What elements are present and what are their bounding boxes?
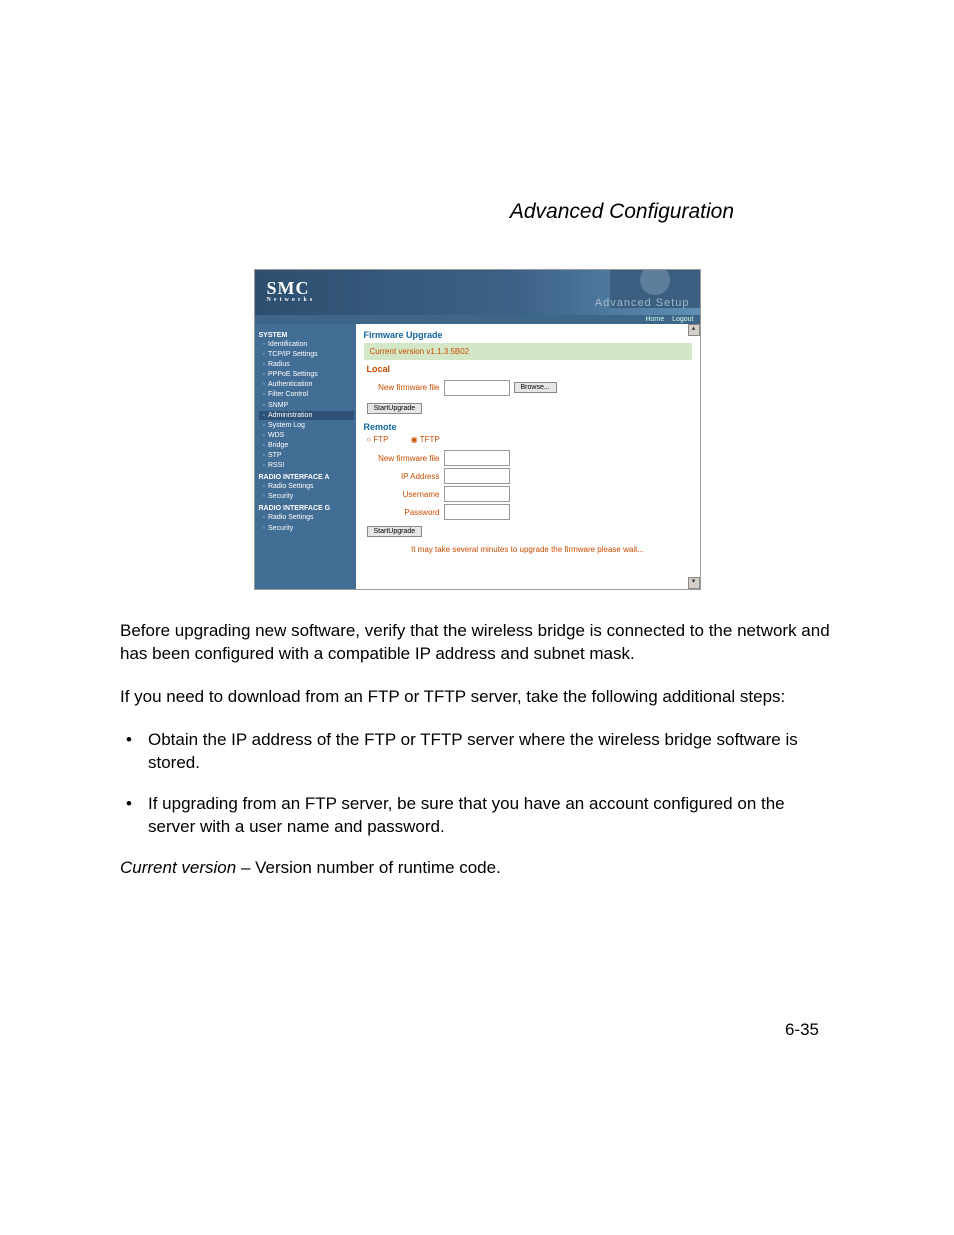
nav-pppoe[interactable]: PPPoE Settings: [259, 370, 354, 379]
local-start-upgrade-button[interactable]: StartUpgrade: [367, 403, 423, 414]
nav-bridge[interactable]: Bridge: [259, 441, 354, 450]
page-number: 6-35: [785, 1020, 819, 1040]
nav-section-radio-g: RADIO INTERFACE G: [259, 505, 354, 512]
top-bar: Home Logout: [255, 315, 700, 324]
scroll-down-icon[interactable]: ▾: [688, 577, 700, 589]
nav-tcpip[interactable]: TCP/IP Settings: [259, 350, 354, 359]
admin-screenshot: SMC Networks Advanced Setup Home Logout …: [254, 269, 701, 590]
paragraph-3: Current version – Version number of runt…: [120, 857, 834, 880]
nav-radio-g-security[interactable]: Security: [259, 524, 354, 533]
banner-title: Advanced Setup: [595, 297, 690, 309]
nav-stp[interactable]: STP: [259, 451, 354, 460]
current-version-box: Current version v1.1.3.5B02: [364, 343, 692, 360]
local-section-title: Local: [367, 364, 692, 374]
ip-address-input[interactable]: [444, 468, 510, 484]
nav-radio-a-settings[interactable]: Radio Settings: [259, 482, 354, 491]
ip-address-label: IP Address: [364, 472, 444, 481]
brand-logo: SMC Networks: [267, 278, 316, 303]
remote-file-input[interactable]: [444, 450, 510, 466]
nav-wds[interactable]: WDS: [259, 431, 354, 440]
logout-link[interactable]: Logout: [672, 316, 693, 323]
sidebar: SYSTEM Identification TCP/IP Settings Ra…: [255, 324, 356, 589]
nav-radius[interactable]: Radius: [259, 360, 354, 369]
password-label: Password: [364, 508, 444, 517]
nav-radio-a-security[interactable]: Security: [259, 492, 354, 501]
nav-administration[interactable]: Administration: [259, 411, 354, 420]
nav-auth[interactable]: Authentication: [259, 380, 354, 389]
scroll-up-icon[interactable]: ▴: [688, 324, 700, 336]
nav-section-system: SYSTEM: [259, 332, 354, 339]
browse-button[interactable]: Browse...: [514, 382, 557, 393]
password-input[interactable]: [444, 504, 510, 520]
bullet-2: If upgrading from an FTP server, be sure…: [120, 793, 834, 839]
remote-section-title: Remote: [364, 422, 692, 432]
paragraph-2: If you need to download from an FTP or T…: [120, 686, 834, 709]
nav-radio-g-settings[interactable]: Radio Settings: [259, 513, 354, 522]
nav-rssi[interactable]: RSSI: [259, 461, 354, 470]
protocol-row: ○FTP ◉TFTP: [367, 435, 692, 444]
local-file-input[interactable]: [444, 380, 510, 396]
nav-snmp[interactable]: SNMP: [259, 401, 354, 410]
home-link[interactable]: Home: [645, 316, 664, 323]
page-title: Advanced Configuration: [120, 200, 734, 224]
firmware-upgrade-title: Firmware Upgrade: [364, 330, 692, 340]
wait-message: It may take several minutes to upgrade t…: [364, 545, 692, 554]
nav-identification[interactable]: Identification: [259, 340, 354, 349]
nav-filter[interactable]: Filter Control: [259, 390, 354, 399]
username-input[interactable]: [444, 486, 510, 502]
remote-file-label: New firmware file: [364, 454, 444, 463]
nav-section-radio-a: RADIO INTERFACE A: [259, 474, 354, 481]
app-header: SMC Networks Advanced Setup: [255, 270, 700, 315]
local-file-label: New firmware file: [364, 383, 444, 392]
paragraph-1: Before upgrading new software, verify th…: [120, 620, 834, 666]
ftp-radio[interactable]: ○: [367, 435, 372, 444]
bullet-1: Obtain the IP address of the FTP or TFTP…: [120, 729, 834, 775]
tftp-radio[interactable]: ◉: [411, 435, 418, 444]
content-pane: ▴ Firmware Upgrade Current version v1.1.…: [356, 324, 700, 589]
remote-start-upgrade-button[interactable]: StartUpgrade: [367, 526, 423, 537]
username-label: Username: [364, 490, 444, 499]
nav-syslog[interactable]: System Log: [259, 421, 354, 430]
